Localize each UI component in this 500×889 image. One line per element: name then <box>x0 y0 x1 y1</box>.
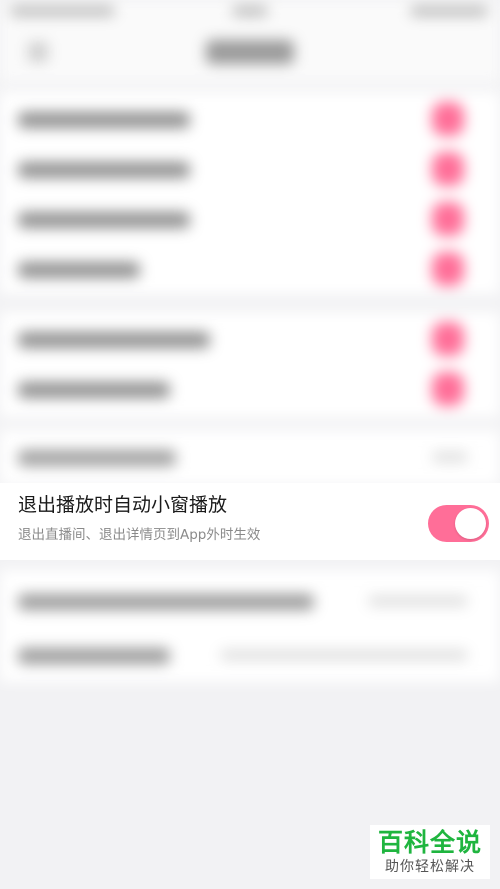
toggle-switch[interactable] <box>432 322 464 356</box>
settings-row[interactable] <box>0 576 500 626</box>
toggle-switch[interactable] <box>432 252 464 286</box>
settings-row[interactable] <box>0 432 500 482</box>
setting-title: 退出播放时自动小窗播放 <box>18 494 228 516</box>
settings-row-label <box>18 112 190 128</box>
settings-row-label <box>18 162 190 178</box>
settings-row-label <box>18 382 170 398</box>
settings-row[interactable] <box>0 144 500 194</box>
status-battery <box>410 6 488 16</box>
settings-row-label <box>18 212 190 228</box>
toggle-switch[interactable] <box>432 372 464 406</box>
watermark-logo: 百科全说 助你轻松解决 <box>370 825 490 879</box>
mini-window-setting-row[interactable]: 退出播放时自动小窗播放 退出直播间、退出详情页到App外时生效 <box>0 483 500 560</box>
settings-section-3 <box>0 430 500 485</box>
settings-row-value <box>432 452 468 462</box>
settings-row-value <box>368 596 468 606</box>
setting-subtitle: 退出直播间、退出详情页到App外时生效 <box>18 527 261 543</box>
watermark-subtitle: 助你轻松解决 <box>385 859 475 875</box>
status-time <box>232 6 268 16</box>
back-icon[interactable] <box>28 42 48 62</box>
status-carrier <box>10 6 115 16</box>
settings-section-2 <box>0 312 500 417</box>
settings-row-label <box>18 450 176 466</box>
toggle-switch[interactable] <box>432 102 464 136</box>
settings-row-label <box>18 332 210 348</box>
settings-row[interactable] <box>0 94 500 144</box>
watermark-title: 百科全说 <box>377 828 482 857</box>
toggle-switch[interactable] <box>432 152 464 186</box>
settings-row[interactable] <box>0 194 500 244</box>
settings-row[interactable] <box>0 244 500 294</box>
status-bar <box>0 0 500 26</box>
settings-row[interactable] <box>0 314 500 364</box>
toggle-switch[interactable] <box>432 202 464 236</box>
navigation-bar <box>0 26 500 82</box>
blurred-settings-background <box>0 0 500 889</box>
settings-section-1 <box>0 92 500 294</box>
page-title <box>206 40 294 64</box>
mini-window-toggle[interactable] <box>428 505 489 542</box>
settings-row-label <box>18 594 314 610</box>
toggle-knob <box>455 508 486 539</box>
settings-row[interactable] <box>0 364 500 414</box>
settings-row-label <box>18 262 140 278</box>
settings-row-label <box>18 648 170 664</box>
settings-row[interactable] <box>0 630 500 680</box>
settings-section-4 <box>0 570 500 682</box>
settings-row-value <box>220 650 468 660</box>
